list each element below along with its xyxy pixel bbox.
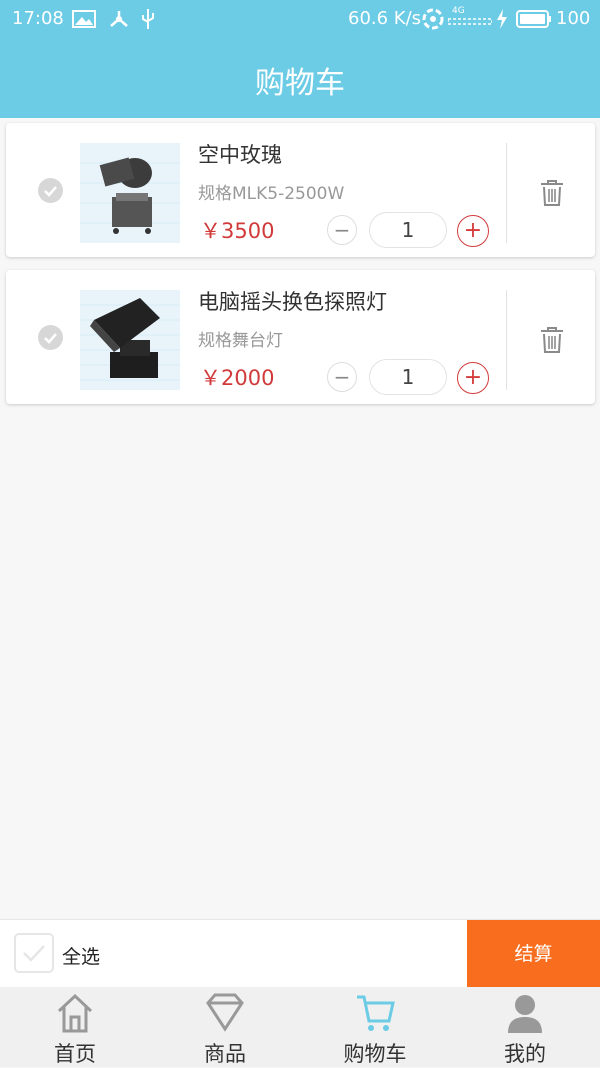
divider <box>506 143 507 243</box>
battery-icon <box>516 10 551 28</box>
tab-label: 商品 <box>204 1042 246 1066</box>
searchlight-image <box>80 143 180 243</box>
battery-level: 100 <box>556 8 591 29</box>
tab-label: 我的 <box>504 1042 546 1066</box>
check-icon <box>44 333 57 344</box>
increase-quantity-button[interactable]: + <box>457 362 489 394</box>
image-notification-icon <box>72 10 96 28</box>
product-image[interactable] <box>80 290 180 390</box>
page-title: 购物车 <box>255 66 345 101</box>
cart-item: 空中玫瑰 规格MLK5-2500W ￥3500 − 1 + <box>6 123 595 257</box>
check-icon <box>44 186 57 197</box>
app-header: 17:08 60.6 K/s 4G 100 购物车 <box>0 0 600 118</box>
product-spec: 规格舞台灯 <box>198 331 283 351</box>
divider <box>506 290 507 390</box>
tab-label: 首页 <box>54 1042 96 1066</box>
select-all-label[interactable]: 全选 <box>62 942 100 969</box>
tab-label: 购物车 <box>343 1042 407 1066</box>
item-select-checkbox[interactable] <box>38 325 63 350</box>
status-time: 17:08 <box>12 8 64 29</box>
charging-icon <box>497 9 507 29</box>
tab-profile[interactable]: 我的 <box>450 987 600 1067</box>
checkout-button[interactable]: 结算 <box>467 920 600 988</box>
network-speed: 60.6 K/s <box>348 8 422 29</box>
product-price: ￥2000 <box>200 366 275 390</box>
cart-item: 电脑摇头换色探照灯 规格舞台灯 ￥2000 − 1 + <box>6 270 595 404</box>
status-bar: 17:08 60.6 K/s 4G 100 <box>0 0 600 38</box>
product-image[interactable] <box>80 143 180 243</box>
product-name[interactable]: 电脑摇头换色探照灯 <box>198 286 387 316</box>
item-select-checkbox[interactable] <box>38 178 63 203</box>
tab-cart[interactable]: 购物车 <box>300 987 450 1067</box>
check-icon <box>23 945 45 962</box>
share-icon <box>110 11 128 27</box>
product-price: ￥3500 <box>200 219 275 243</box>
home-icon <box>57 993 93 1033</box>
person-icon <box>508 995 542 1033</box>
cart-icon <box>357 995 395 1031</box>
select-all-checkbox[interactable] <box>14 933 54 973</box>
moving-head-light-image <box>80 290 180 390</box>
diamond-icon <box>206 993 244 1032</box>
quantity-input[interactable]: 1 <box>369 359 447 395</box>
quantity-input[interactable]: 1 <box>369 212 447 248</box>
signal-bars-icon <box>448 18 492 25</box>
increase-quantity-button[interactable]: + <box>457 215 489 247</box>
decrease-quantity-button[interactable]: − <box>327 362 357 392</box>
tab-home[interactable]: 首页 <box>0 987 150 1067</box>
wifi-hotspot-icon <box>422 8 444 30</box>
tab-products[interactable]: 商品 <box>150 987 300 1067</box>
decrease-quantity-button[interactable]: − <box>327 215 357 245</box>
trash-icon[interactable] <box>539 179 565 207</box>
usb-icon <box>142 9 154 29</box>
product-name[interactable]: 空中玫瑰 <box>198 139 282 169</box>
signal-label: 4G <box>452 6 465 16</box>
checkout-bar: 全选 结算 <box>0 919 600 988</box>
bottom-tab-bar: 首页 商品 购物车 我的 <box>0 987 600 1067</box>
trash-icon[interactable] <box>539 326 565 354</box>
product-spec: 规格MLK5-2500W <box>198 184 345 204</box>
